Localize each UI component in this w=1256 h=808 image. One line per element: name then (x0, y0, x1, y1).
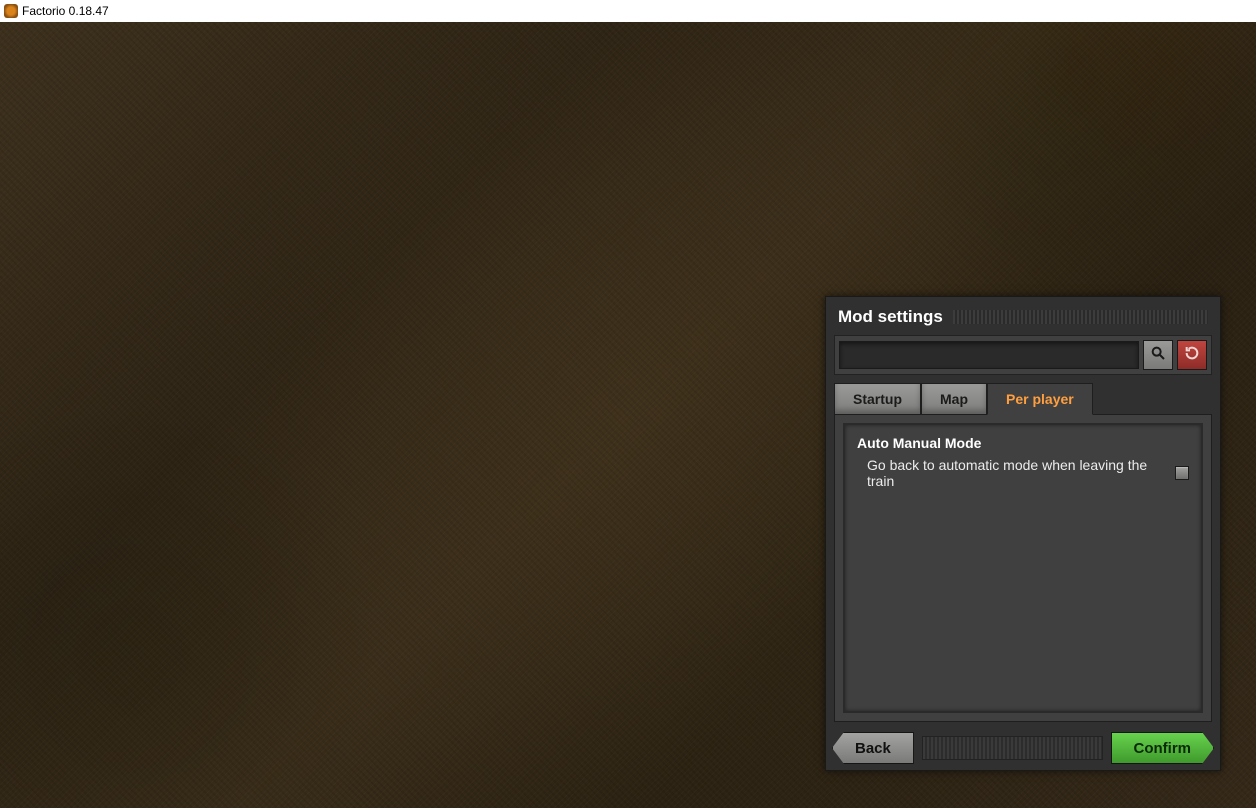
back-button[interactable]: Back (832, 732, 914, 764)
tab-label: Map (940, 391, 968, 407)
game-viewport[interactable]: Mod settings (0, 22, 1256, 808)
back-button-label: Back (855, 740, 891, 757)
window-title: Factorio 0.18.47 (22, 4, 109, 18)
tab-per-player[interactable]: Per player (987, 383, 1093, 415)
tab-map[interactable]: Map (921, 383, 987, 414)
setting-row: Go back to automatic mode when leaving t… (857, 457, 1189, 489)
mod-settings-dialog: Mod settings (825, 296, 1221, 771)
setting-checkbox[interactable] (1175, 466, 1189, 480)
search-icon (1150, 345, 1166, 366)
dialog-title: Mod settings (830, 301, 1216, 335)
dialog-footer: Back Confirm (830, 730, 1216, 766)
search-input[interactable] (839, 341, 1139, 369)
confirm-button-label: Confirm (1134, 740, 1192, 757)
section-heading: Auto Manual Mode (857, 435, 1189, 451)
setting-label: Go back to automatic mode when leaving t… (867, 457, 1175, 489)
dialog-title-text: Mod settings (838, 307, 943, 327)
footer-spacer (922, 736, 1103, 760)
tab-label: Per player (1006, 391, 1074, 407)
search-row (834, 335, 1212, 375)
app-icon (4, 4, 18, 18)
tab-label: Startup (853, 391, 902, 407)
tabs-bar: Startup Map Per player (830, 383, 1216, 414)
confirm-button[interactable]: Confirm (1111, 732, 1215, 764)
search-button[interactable] (1143, 340, 1173, 370)
reset-button[interactable] (1177, 340, 1207, 370)
reset-icon (1184, 345, 1200, 366)
os-titlebar: Factorio 0.18.47 (0, 0, 1256, 22)
tab-content: Auto Manual Mode Go back to automatic mo… (834, 414, 1212, 722)
settings-panel: Auto Manual Mode Go back to automatic mo… (843, 423, 1203, 713)
tab-startup[interactable]: Startup (834, 383, 921, 414)
